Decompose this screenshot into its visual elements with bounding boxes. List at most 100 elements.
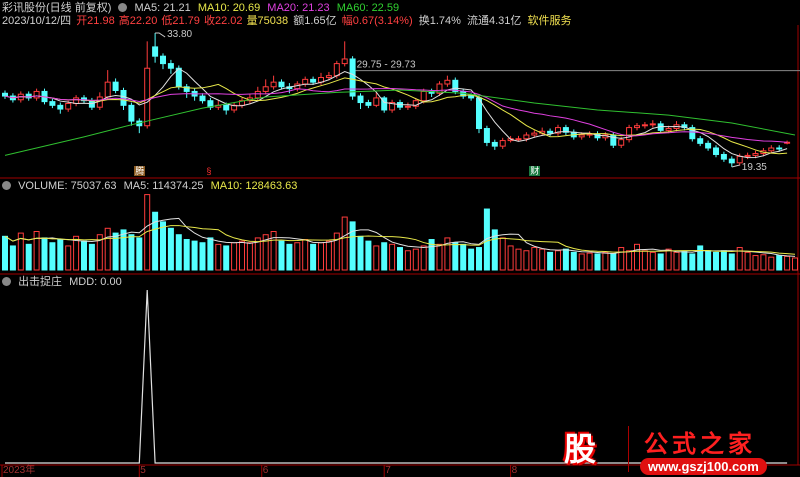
volume-bar-up	[373, 245, 380, 271]
watermark-logo: 股 公式之家 www.gszj100.com	[556, 422, 800, 477]
volume-bar-down	[610, 253, 617, 271]
candle-down	[57, 104, 64, 110]
candle-down	[167, 63, 174, 69]
min-price-label: 19.35	[742, 162, 767, 173]
volume-bar-down	[349, 221, 356, 271]
candle-up	[254, 90, 261, 99]
volume-bar-up	[436, 243, 443, 271]
candle-down	[610, 134, 617, 146]
volume-bar-down	[152, 211, 159, 271]
volume-bar-up	[784, 255, 791, 271]
volume-bar-up	[33, 231, 40, 271]
volume-bar-up	[215, 243, 222, 271]
candle-up	[73, 97, 80, 104]
volume-header: VOLUME: 75037.63 MA5: 114374.25 MA10: 12…	[2, 180, 301, 193]
volume-bar-up	[634, 243, 640, 271]
volume-bar-up	[641, 250, 648, 271]
volume-bar-down	[728, 253, 735, 271]
volume-bar-down	[468, 248, 475, 271]
event-marker[interactable]: §	[205, 166, 213, 176]
volume-ma10-label: MA10: 128463.63	[210, 180, 298, 192]
volume-bar-down	[657, 253, 664, 271]
volume-bar-down	[57, 239, 64, 271]
volume-settings-circle-icon[interactable]	[2, 181, 11, 190]
candle-down	[483, 128, 490, 143]
candle-down	[128, 104, 135, 122]
volume-bar-up	[341, 216, 348, 271]
candle-down	[365, 102, 372, 106]
volume-bar-up	[673, 251, 680, 271]
candle-up	[531, 132, 538, 136]
x-axis-label-year: 2023年	[3, 465, 36, 476]
change-label: 幅0.67(3.14%)	[341, 15, 413, 27]
volume-bar-up	[499, 237, 506, 271]
volume-bar-down	[88, 243, 95, 271]
candle-down	[49, 101, 56, 106]
candle-up	[523, 134, 530, 140]
volume-bar-down	[2, 235, 8, 271]
reference-line-label: 29.75 - 29.73	[357, 60, 416, 71]
volume-bar-up	[586, 252, 593, 271]
volume-bar-up	[649, 251, 656, 271]
volume-bar-up	[531, 247, 538, 271]
candle-down	[357, 95, 364, 104]
volume-bar-down	[49, 242, 56, 271]
volume-bar-down	[183, 239, 190, 271]
volume-bar-up	[515, 248, 522, 271]
candle-up	[665, 128, 672, 131]
x-axis-label-august: 8	[511, 465, 518, 476]
stock-title: 彩讯股份(日线 前复权)	[2, 2, 112, 14]
candle-up	[333, 63, 340, 77]
candle-up	[649, 123, 656, 126]
candle-up	[302, 78, 309, 85]
volume-bar-down	[167, 227, 174, 271]
indicator-name: 出击捉庄	[18, 276, 63, 288]
volume-bar-down	[25, 243, 32, 271]
volume-value-label: VOLUME: 75037.63	[18, 180, 117, 192]
volume-bar-up	[302, 239, 309, 271]
candle-up	[373, 97, 380, 106]
indicator-header: 出击捉庄 MDD: 0.00	[2, 276, 126, 289]
volume-bar-down	[547, 251, 554, 271]
candle-up	[744, 154, 751, 157]
volume-bar-up	[65, 245, 72, 271]
candle-down	[720, 153, 727, 160]
candle-down	[223, 104, 230, 111]
volume-bar-down	[128, 234, 135, 271]
candle-up	[634, 125, 640, 129]
candle-down	[547, 130, 554, 134]
open-label: 开21.98	[76, 15, 115, 27]
candle-up	[578, 134, 585, 138]
candle-down	[152, 46, 159, 57]
volume-bar-down	[397, 247, 403, 271]
volume-bar-up	[404, 250, 411, 271]
candle-down	[776, 147, 783, 150]
volume-bar-down	[689, 253, 696, 271]
ma10-line	[4, 77, 788, 155]
event-marker[interactable]: 财	[529, 166, 541, 176]
candle-down	[120, 89, 127, 106]
candle-up	[768, 147, 775, 152]
volume-bar-down	[476, 247, 482, 271]
x-axis-label-june: 6	[262, 465, 269, 476]
candle-down	[278, 81, 285, 88]
event-marker[interactable]: 腾	[134, 166, 146, 176]
volume-bar-down	[136, 237, 143, 271]
close-label: 收22.02	[203, 15, 243, 27]
candle-up	[515, 138, 522, 141]
volume-bar-up	[239, 240, 245, 271]
candle-down	[160, 55, 166, 65]
volume-bar-down	[191, 240, 198, 271]
volume-bar-down	[120, 229, 127, 271]
volume-bar-up	[523, 250, 530, 271]
stock-chart[interactable]: 29.75 - 29.73 33.80 19.35	[0, 0, 800, 477]
volume-bar-up	[760, 254, 767, 271]
settings-circle-icon[interactable]	[118, 3, 128, 12]
candle-up	[341, 58, 348, 65]
volume-bar-up	[626, 250, 633, 271]
indicator-value: MDD: 0.00	[69, 276, 122, 288]
indicator-settings-circle-icon[interactable]	[2, 277, 11, 286]
candle-down	[199, 95, 206, 102]
ma20-label: MA20: 21.23	[267, 2, 330, 14]
volume-bar-up	[555, 250, 561, 271]
